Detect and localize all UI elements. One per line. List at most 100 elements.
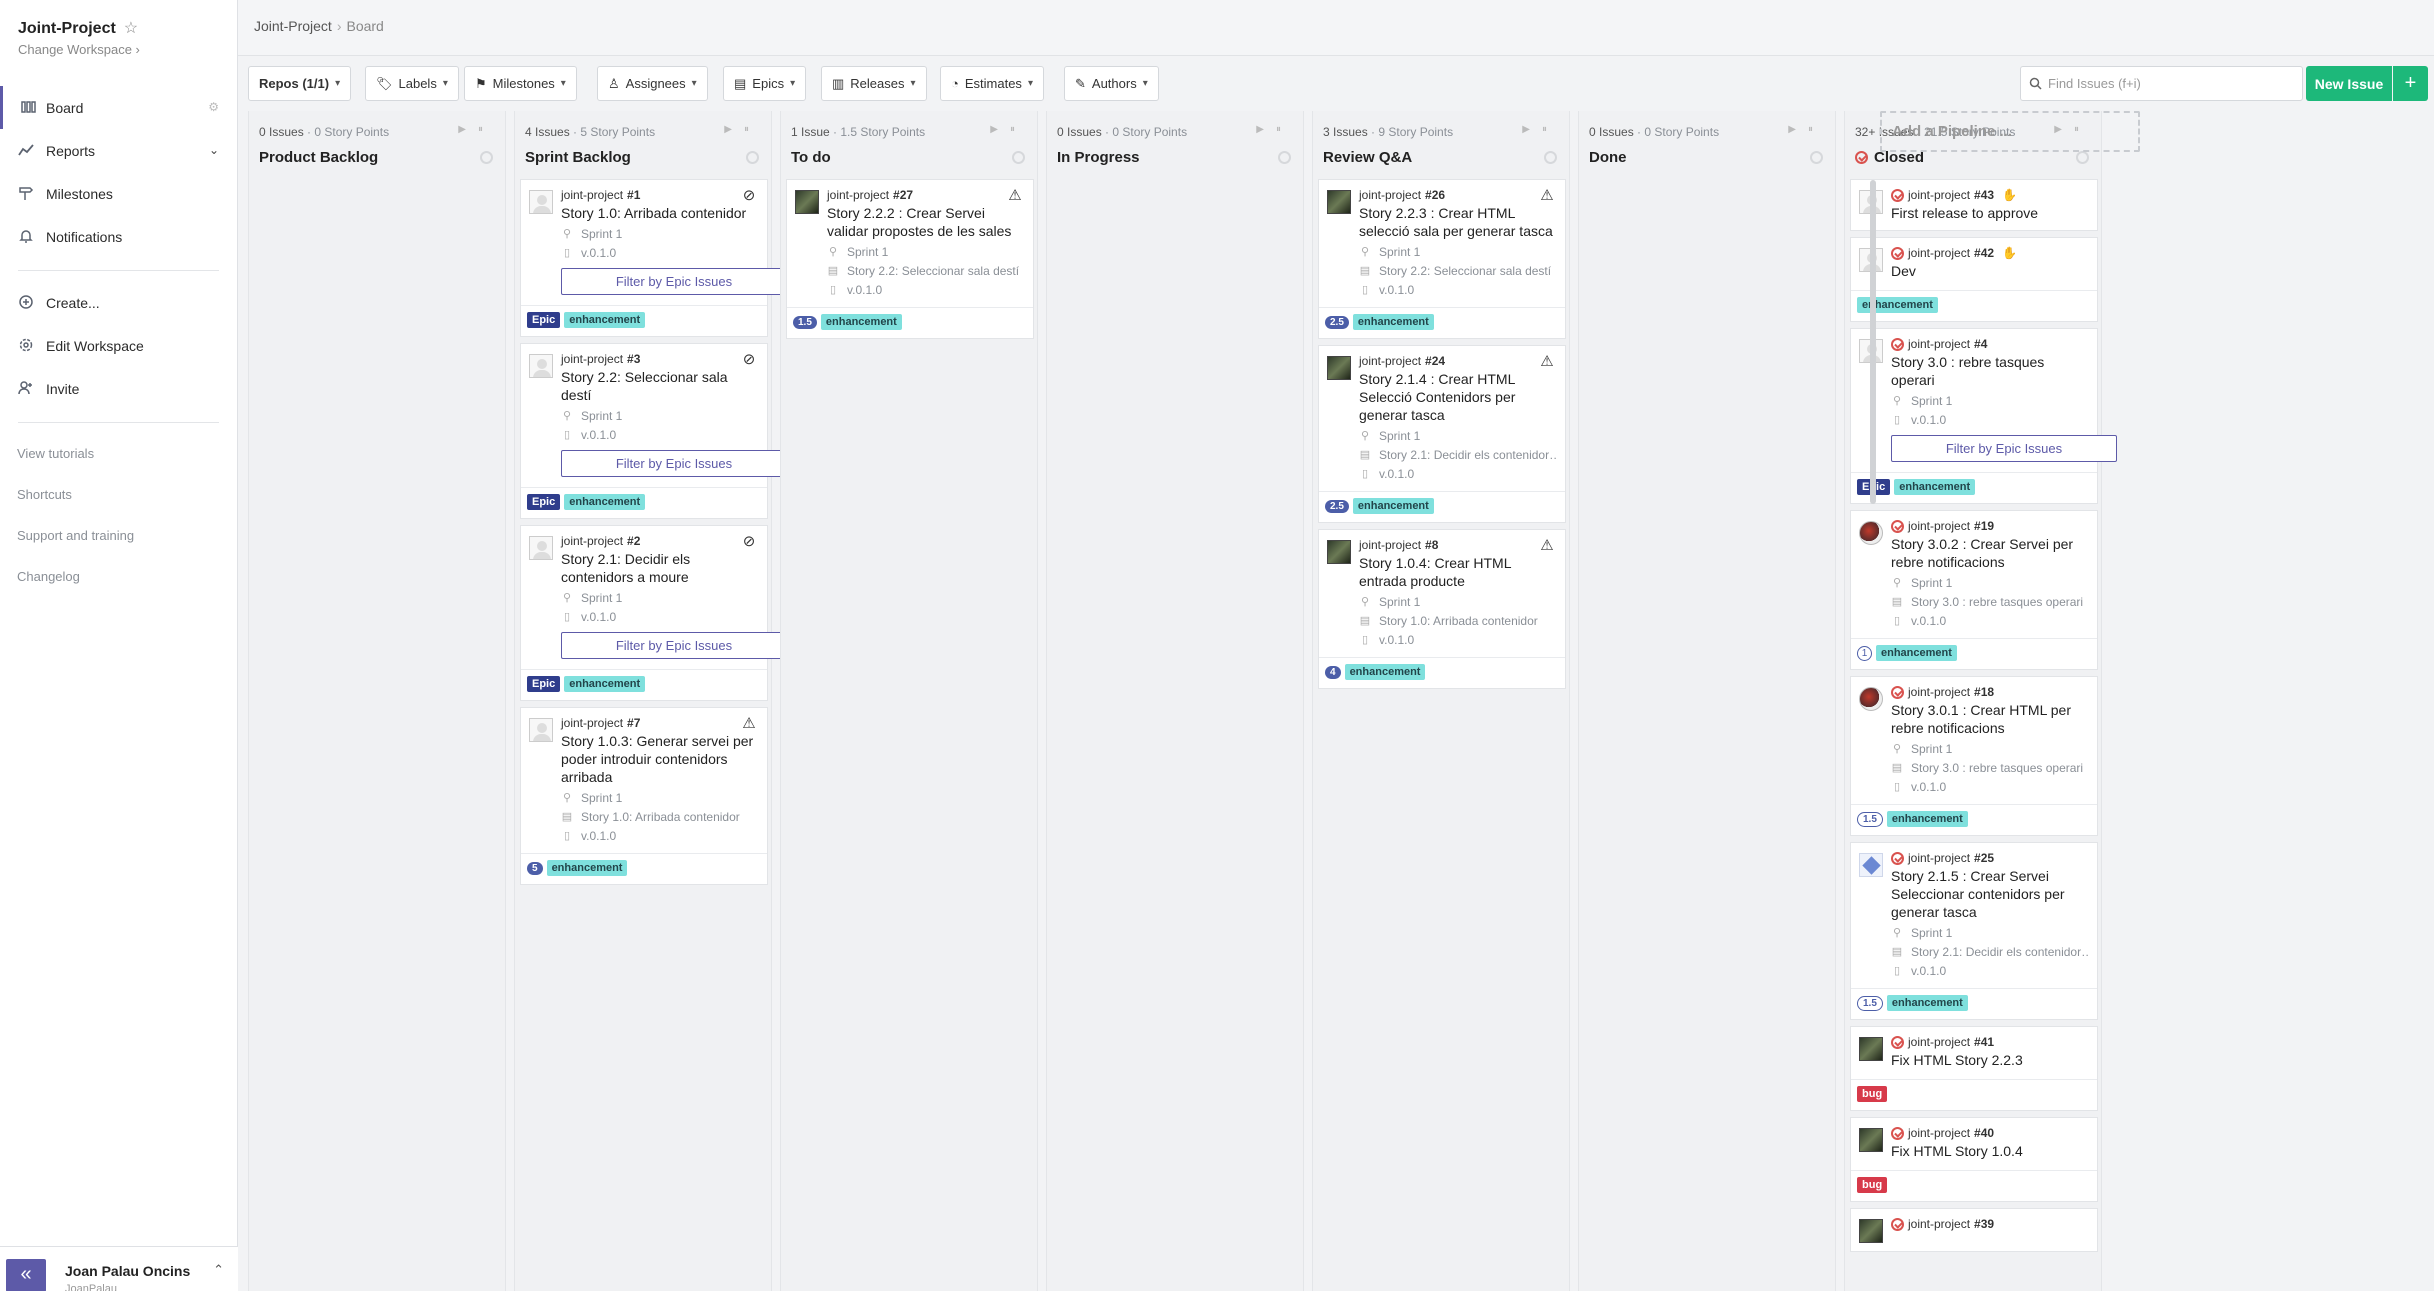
label-badge[interactable]: enhancement — [564, 312, 646, 328]
issue-title[interactable]: Story 2.1: Decidir els contenidors a mou… — [561, 550, 759, 586]
label-badge[interactable]: enhancement — [1352, 314, 1434, 330]
label-badge[interactable]: enhancement — [1894, 479, 1976, 495]
sidebar-item-notifications[interactable]: Notifications — [0, 215, 237, 258]
pipeline-settings-icon[interactable] — [1278, 151, 1291, 164]
scrollbar[interactable] — [1870, 180, 1876, 504]
label-badge[interactable]: enhancement — [1886, 995, 1968, 1011]
issue-reference[interactable]: joint-project #25 — [1891, 851, 2089, 865]
pipeline-controls-icon[interactable]: ▶⏸ — [1522, 124, 1559, 135]
filter-by-epic-button[interactable]: Filter by Epic Issues — [561, 450, 787, 477]
filter-by-epic-button[interactable]: Filter by Epic Issues — [1891, 435, 2117, 462]
issue-card[interactable]: joint-project #4 Story 3.0 : rebre tasques… — [1850, 328, 2117, 504]
label-badge[interactable]: Epic — [527, 676, 561, 692]
sidebar-item-create[interactable]: Create... — [0, 281, 237, 324]
assignees-filter-button[interactable]: ♙ Assignees ▾ — [597, 66, 708, 101]
issue-reference[interactable]: joint-project #8 — [1359, 538, 1557, 552]
search-input[interactable] — [2048, 76, 2288, 91]
issue-title[interactable]: Story 1.0: Arribada contenidor — [561, 204, 759, 222]
sidebar-item-reports[interactable]: Reports ⌄ — [0, 129, 237, 172]
label-badge[interactable]: bug — [1857, 1086, 1888, 1102]
pipeline-controls-icon[interactable]: ▶⏸ — [724, 124, 761, 135]
issue-card[interactable]: joint-project #8 Story 1.0.4: Crear HTML e… — [1318, 529, 1566, 689]
issue-reference[interactable]: joint-project #2 — [561, 534, 759, 548]
pipeline-settings-icon[interactable] — [2076, 151, 2089, 164]
issue-card[interactable]: joint-project #39 — [1850, 1208, 2098, 1252]
sidebar-item-invite[interactable]: Invite — [0, 367, 237, 410]
epics-filter-button[interactable]: ▤ Epics ▾ — [723, 66, 807, 101]
issue-title[interactable]: Story 2.2.3 : Crear HTML selecció sala p… — [1359, 204, 1557, 240]
issue-reference[interactable]: joint-project #26 — [1359, 188, 1557, 202]
issue-reference[interactable]: joint-project #7 — [561, 716, 759, 730]
issue-card[interactable]: joint-project #26 Story 2.2.3 : Crear HTML… — [1318, 179, 1566, 339]
pipeline-controls-icon[interactable]: ▶⏸ — [1256, 124, 1293, 135]
issue-title[interactable]: Story 3.0.2 : Crear Servei per rebre not… — [1891, 535, 2089, 571]
issue-card[interactable]: joint-project #19 Story 3.0.2 : Crear Serv… — [1850, 510, 2098, 670]
issue-reference[interactable]: joint-project #3 — [561, 352, 759, 366]
filter-by-epic-button[interactable]: Filter by Epic Issues — [561, 632, 787, 659]
new-issue-plus-button[interactable]: + — [2393, 66, 2428, 101]
sidebar-item-edit-workspace[interactable]: Edit Workspace — [0, 324, 237, 367]
find-issues-search[interactable] — [2020, 66, 2303, 101]
issue-card[interactable]: joint-project #3 Story 2.2: Seleccionar sa… — [520, 343, 787, 519]
label-badge[interactable]: bug — [1857, 1177, 1888, 1193]
repos-filter-button[interactable]: Repos (1/1) ▾ — [248, 66, 352, 101]
issue-title[interactable]: Story 2.1.4 : Crear HTML Selecció Conten… — [1359, 370, 1557, 424]
authors-filter-button[interactable]: ✎ Authors ▾ — [1064, 66, 1159, 101]
add-pipeline-button[interactable]: Add a Pipeline ... — [1880, 111, 2140, 152]
issue-reference[interactable]: joint-project #18 — [1891, 685, 2089, 699]
releases-filter-button[interactable]: ▥ Releases ▾ — [821, 66, 927, 101]
sidebar-item-milestones[interactable]: Milestones — [0, 172, 237, 215]
issue-card[interactable]: joint-project #1 Story 1.0: Arribada conte… — [520, 179, 787, 337]
issue-title[interactable]: Story 2.1.5 : Crear Servei Seleccionar c… — [1891, 867, 2089, 921]
filter-by-epic-button[interactable]: Filter by Epic Issues — [561, 268, 787, 295]
issue-card[interactable]: joint-project #25 Story 2.1.5 : Crear Serv… — [1850, 842, 2098, 1020]
issue-reference[interactable]: joint-project #27 — [827, 188, 1025, 202]
label-badge[interactable]: enhancement — [1886, 811, 1968, 827]
labels-filter-button[interactable]: 🏷 Labels ▾ — [365, 66, 459, 101]
collapse-sidebar-button[interactable]: « — [6, 1259, 46, 1291]
issue-card[interactable]: joint-project #41 Fix HTML Story 2.2.3 bug — [1850, 1026, 2098, 1111]
label-badge[interactable]: enhancement — [1352, 498, 1434, 514]
issue-reference[interactable]: joint-project #41 — [1891, 1035, 2089, 1049]
issue-title[interactable]: First release to approve — [1891, 204, 2089, 222]
pipeline-controls-icon[interactable]: ▶⏸ — [1788, 124, 1825, 135]
issue-reference[interactable]: joint-project #19 — [1891, 519, 2089, 533]
label-badge[interactable]: enhancement — [820, 314, 902, 330]
issue-card[interactable]: joint-project #27 Story 2.2.2 : Crear Serv… — [786, 179, 1034, 339]
new-issue-button[interactable]: New Issue — [2306, 66, 2392, 101]
pipeline-controls-icon[interactable]: ▶⏸ — [458, 124, 495, 135]
issue-reference[interactable]: joint-project #40 — [1891, 1126, 2089, 1140]
pipeline-settings-icon[interactable] — [746, 151, 759, 164]
issue-reference[interactable]: joint-project #1 — [561, 188, 759, 202]
board-settings-icon[interactable]: ⚙ — [208, 100, 219, 114]
issue-title[interactable]: Fix HTML Story 2.2.3 — [1891, 1051, 2089, 1069]
pipeline-controls-icon[interactable]: ▶⏸ — [990, 124, 1027, 135]
label-badge[interactable]: Epic — [527, 494, 561, 510]
issue-title[interactable]: Story 2.2.2 : Crear Servei validar propo… — [827, 204, 1025, 240]
pipeline-settings-icon[interactable] — [1810, 151, 1823, 164]
issue-reference[interactable]: joint-project #43 ✋ — [1891, 188, 2089, 202]
sidebar-item-board[interactable]: Board ⚙ — [0, 86, 237, 129]
changelog-link[interactable]: Changelog — [0, 556, 237, 597]
issue-reference[interactable]: joint-project #24 — [1359, 354, 1557, 368]
pipeline-settings-icon[interactable] — [480, 151, 493, 164]
issue-reference[interactable]: joint-project #39 — [1891, 1217, 2089, 1231]
breadcrumb-root[interactable]: Joint-Project — [254, 18, 332, 34]
label-badge[interactable]: enhancement — [1344, 664, 1426, 680]
star-icon[interactable]: ☆ — [124, 20, 138, 37]
change-workspace-link[interactable]: Change Workspace › — [18, 42, 140, 57]
issue-title[interactable]: Story 1.0.3: Generar servei per poder in… — [561, 732, 759, 786]
view-tutorials-link[interactable]: View tutorials — [0, 433, 237, 474]
user-name[interactable]: Joan Palau Oncins — [65, 1263, 190, 1279]
pipeline-settings-icon[interactable] — [1012, 151, 1025, 164]
issue-title[interactable]: Dev — [1891, 262, 2089, 280]
issue-card[interactable]: joint-project #43 ✋ First release to approv… — [1850, 179, 2098, 231]
chevron-up-icon[interactable]: ⌃ — [213, 1262, 224, 1278]
issue-title[interactable]: Story 1.0.4: Crear HTML entrada producte — [1359, 554, 1557, 590]
workspace-name[interactable]: Joint-Project — [18, 20, 116, 37]
pipeline-settings-icon[interactable] — [1544, 151, 1557, 164]
label-badge[interactable]: enhancement — [546, 860, 628, 876]
label-badge[interactable]: enhancement — [564, 494, 646, 510]
label-badge[interactable]: enhancement — [1876, 645, 1957, 661]
label-badge[interactable]: Epic — [527, 312, 561, 328]
